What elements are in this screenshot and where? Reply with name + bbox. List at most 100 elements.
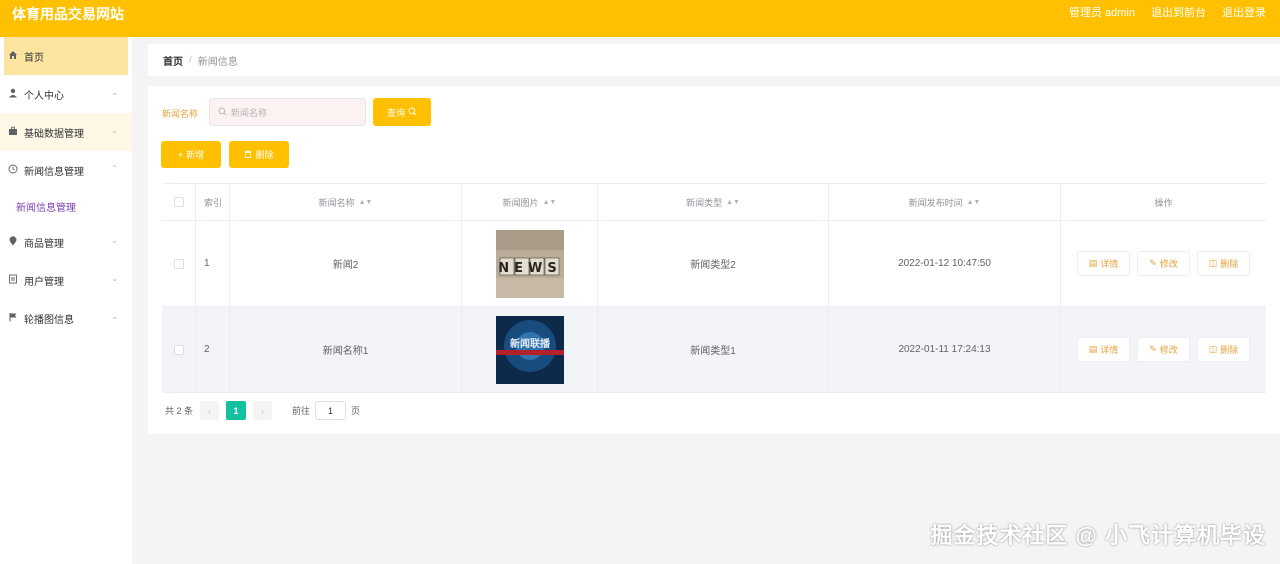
briefcase-icon — [6, 126, 20, 138]
header-name[interactable]: 新闻名称 ▲▼ — [230, 184, 462, 220]
detail-label: 详情 — [1100, 345, 1119, 355]
sidebar-item-label: 用户管理 — [24, 276, 64, 288]
sidebar-item-label: 商品管理 — [24, 238, 64, 250]
chevron-down-icon: ⌄ — [111, 88, 118, 97]
header-index: 索引 — [196, 184, 230, 220]
detail-button[interactable]: ▤ 详情 — [1077, 251, 1130, 276]
table-header-row: 索引 新闻名称 ▲▼ 新闻图片 ▲▼ 新闻类型 ▲▼ 新闻发布时间 ▲▼ 操作 — [162, 183, 1266, 221]
sidebar-item-basic-data[interactable]: 基础数据管理 ⌄ — [0, 113, 132, 151]
sidebar-item-label: 基础数据管理 — [24, 128, 84, 140]
pagination: 共 2 条 ‹ 1 › 前往 1 页 — [165, 401, 360, 420]
edit-icon: ✎ — [1149, 258, 1157, 268]
thumbnail-text: NEWS — [498, 261, 561, 276]
news-thumbnail[interactable]: NEWS — [495, 229, 564, 298]
plus-icon: + — [177, 149, 184, 160]
chevron-down-icon: ⌄ — [111, 312, 118, 321]
row-checkbox-cell — [162, 221, 196, 306]
breadcrumb-separator: / — [189, 54, 192, 66]
header-op: 操作 — [1154, 197, 1173, 208]
goto-suffix: 页 — [351, 406, 361, 416]
detail-button[interactable]: ▤ 详情 — [1077, 337, 1130, 362]
news-thumbnail[interactable]: 新闻联播 — [495, 315, 564, 384]
sidebar-item-personal[interactable]: 个人中心 ⌄ — [0, 75, 132, 113]
site-title: 体育用品交易网站 — [12, 6, 124, 22]
main-panel: 新闻名称 新闻名称 查询 + 新增 删除 索引 新闻名称 ▲▼ 新闻图片 ▲▼ 新闻… — [148, 86, 1280, 434]
row-actions: ▤ 详情 ✎ 修改 ◫ 删除 — [1061, 307, 1266, 392]
delete-label: 删除 — [255, 150, 274, 160]
delete-button[interactable]: ◫ 删除 — [1197, 337, 1250, 362]
row-name: 新闻2 — [230, 221, 462, 306]
row-type: 新闻类型1 — [598, 307, 829, 392]
sort-icon: ▲▼ — [966, 198, 981, 206]
delete-label: 删除 — [1220, 259, 1239, 269]
sidebar: 首页 个人中心 ⌄ 基础数据管理 ⌄ 新闻信息管理 ⌃ 新闻信息管理 商品管理 … — [0, 37, 132, 564]
home-icon — [6, 50, 20, 62]
next-page-button[interactable]: › — [253, 401, 273, 420]
add-label: 新增 — [186, 150, 205, 160]
search-placeholder: 新闻名称 — [231, 107, 268, 118]
add-button[interactable]: + 新增 — [161, 141, 221, 168]
header-type[interactable]: 新闻类型 ▲▼ — [598, 184, 829, 220]
search-icon — [218, 107, 227, 118]
table-row: 2 新闻名称1 新闻联播 新闻类型1 2022-01-11 17:24:13 ▤… — [162, 307, 1266, 393]
thumbnail-text: 新闻联播 — [510, 337, 551, 350]
watermark: 掘金技术社区 @ 小飞计算机毕设 — [930, 523, 1266, 548]
row-actions: ▤ 详情 ✎ 修改 ◫ 删除 — [1061, 221, 1266, 306]
row-checkbox[interactable] — [173, 258, 184, 269]
detail-icon: ▤ — [1088, 344, 1098, 354]
edit-label: 修改 — [1159, 259, 1178, 269]
edit-button[interactable]: ✎ 修改 — [1137, 251, 1190, 276]
sidebar-item-label: 首页 — [24, 52, 44, 64]
page-number-current[interactable]: 1 — [226, 401, 247, 420]
breadcrumb-home[interactable]: 首页 — [163, 53, 183, 68]
sidebar-subitem-news-manage[interactable]: 新闻信息管理 — [0, 189, 132, 223]
goto-page-input[interactable]: 1 — [315, 401, 347, 420]
chevron-down-icon: ⌄ — [111, 236, 118, 245]
document-icon — [6, 274, 20, 286]
table-row: 1 新闻2 NEWS 新闻类型2 2022-01-12 10:47:50 ▤ 详情 — [162, 221, 1266, 307]
header-name-label: 新闻名称 — [318, 197, 355, 208]
location-icon — [6, 236, 20, 248]
goto-label: 前往 — [292, 406, 311, 416]
sidebar-item-users[interactable]: 用户管理 ⌄ — [0, 261, 132, 299]
row-image-cell: 新闻联播 — [462, 307, 598, 392]
sort-icon: ▲▼ — [542, 198, 557, 206]
header-actions: 管理员 admin 退出到前台 退出登录 — [1069, 4, 1266, 20]
header-image[interactable]: 新闻图片 ▲▼ — [462, 184, 598, 220]
search-icon — [408, 107, 417, 118]
sidebar-item-goods[interactable]: 商品管理 ⌄ — [0, 223, 132, 261]
header-type-label: 新闻类型 — [686, 197, 723, 208]
trash-icon: ◫ — [1208, 258, 1218, 268]
row-type: 新闻类型2 — [598, 221, 829, 306]
header-time[interactable]: 新闻发布时间 ▲▼ — [829, 184, 1061, 220]
logout-link[interactable]: 退出登录 — [1222, 4, 1266, 20]
admin-label: 管理员 admin — [1068, 7, 1135, 19]
front-link[interactable]: 退出到前台 — [1151, 4, 1206, 20]
query-label: 查询 — [386, 107, 405, 118]
pagination-total: 共 2 条 — [165, 406, 194, 416]
detail-icon: ▤ — [1088, 258, 1098, 268]
search-input[interactable]: 新闻名称 — [209, 98, 366, 126]
user-icon — [6, 88, 20, 100]
detail-label: 详情 — [1100, 259, 1119, 269]
prev-page-button[interactable]: ‹ — [200, 401, 220, 420]
trash-icon — [244, 149, 252, 160]
delete-button[interactable]: ◫ 删除 — [1197, 251, 1250, 276]
row-index: 1 — [196, 221, 230, 306]
sidebar-item-home[interactable]: 首页 — [4, 37, 128, 75]
header-time-label: 新闻发布时间 — [908, 197, 963, 208]
sidebar-item-carousel[interactable]: 轮播图信息 ⌄ — [0, 299, 132, 337]
batch-delete-button[interactable]: 删除 — [229, 141, 289, 168]
header-checkbox-cell — [162, 184, 196, 220]
row-index: 2 — [196, 307, 230, 392]
query-button[interactable]: 查询 — [373, 98, 431, 126]
sidebar-item-news[interactable]: 新闻信息管理 ⌃ — [0, 151, 132, 189]
select-all-checkbox[interactable] — [173, 197, 184, 207]
row-time: 2022-01-12 10:47:50 — [829, 221, 1061, 306]
top-header: 体育用品交易网站 管理员 admin 退出到前台 退出登录 — [0, 0, 1280, 37]
sidebar-item-label: 个人中心 — [24, 90, 64, 102]
sort-icon: ▲▼ — [358, 198, 373, 206]
edit-label: 修改 — [1159, 345, 1178, 355]
edit-button[interactable]: ✎ 修改 — [1137, 337, 1190, 362]
row-checkbox[interactable] — [173, 344, 184, 355]
